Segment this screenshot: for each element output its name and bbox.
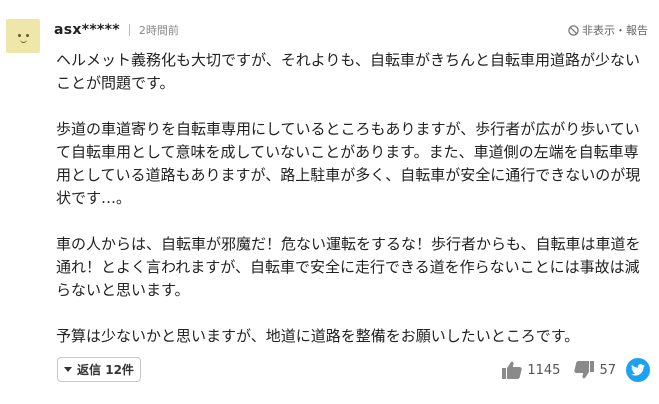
like-button[interactable]: 1145 <box>502 361 560 379</box>
caret-down-icon <box>64 367 73 372</box>
like-count: 1145 <box>527 362 561 378</box>
reply-count-label: 返信 12件 <box>77 363 134 377</box>
comment-paragraph-2: 歩道の車道寄りを自転車専用にしているところもありますが、歩行者が広がり歩いてい … <box>56 120 641 207</box>
thumbs-down-icon <box>574 361 595 379</box>
comment-time: 2時間前 <box>138 24 179 37</box>
twitter-icon <box>631 364 645 376</box>
username[interactable]: asx***** <box>54 22 120 38</box>
comment-paragraph-4: 予算は少ないかと思いますが、地道に道路を整備をお願いしたいところです。 <box>56 327 580 345</box>
replies-toggle-button[interactable]: 返信 12件 <box>57 357 141 382</box>
reaction-bar: 1145 57 <box>502 356 650 384</box>
comment-body: ヘルメット義務化も大切ですが、それよりも、自転車がきちんと自転車用道路が少ない … <box>56 49 646 371</box>
header-divider <box>128 24 130 36</box>
hide-report-label: 非表示・報告 <box>582 24 648 37</box>
user-avatar <box>6 19 40 53</box>
prohibit-icon <box>568 24 579 36</box>
comment-paragraph-3: 車の人からは、自転車が邪魔だ！危ない運転をするな！歩行者からも、自転車は車道を … <box>56 235 641 299</box>
dislike-count: 57 <box>599 362 616 378</box>
comment-card: asx***** 2時間前 非表示・報告 ヘルメット義務化も大切ですが、それより… <box>0 0 659 404</box>
dislike-button[interactable]: 57 <box>574 361 616 379</box>
comment-header: asx***** 2時間前 <box>54 20 179 40</box>
hide-report-link[interactable]: 非表示・報告 <box>568 20 648 40</box>
twitter-share-button[interactable] <box>626 358 650 382</box>
thumbs-up-icon <box>502 361 523 379</box>
comment-paragraph-1: ヘルメット義務化も大切ですが、それよりも、自転車がきちんと自転車用道路が少ない … <box>56 51 640 92</box>
